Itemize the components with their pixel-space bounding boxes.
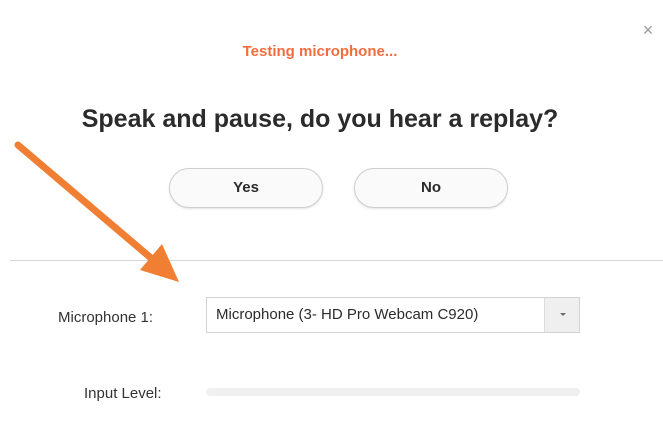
section-divider <box>10 260 663 261</box>
annotation-arrow <box>14 141 179 282</box>
microphone-label: Microphone 1: <box>58 309 154 326</box>
input-level-meter <box>206 388 580 396</box>
dropdown-toggle[interactable] <box>544 298 579 332</box>
no-button[interactable]: No <box>354 168 508 208</box>
test-status-text: Testing microphone... <box>242 43 398 60</box>
microphone-selected-value: Microphone (3- HD Pro Webcam C920) <box>216 306 479 323</box>
input-level-label: Input Level: <box>84 385 162 402</box>
annotation-arrow-head <box>140 244 179 282</box>
close-icon[interactable]: × <box>638 20 658 40</box>
chevron-down-icon <box>560 313 566 316</box>
audio-test-dialog: × Testing microphone... Speak and pause,… <box>0 0 663 421</box>
annotation-arrow-shaft <box>14 141 162 268</box>
yes-button[interactable]: Yes <box>169 168 323 208</box>
replay-question: Speak and pause, do you hear a replay? <box>81 105 559 133</box>
microphone-select[interactable]: Microphone (3- HD Pro Webcam C920) <box>206 297 580 333</box>
